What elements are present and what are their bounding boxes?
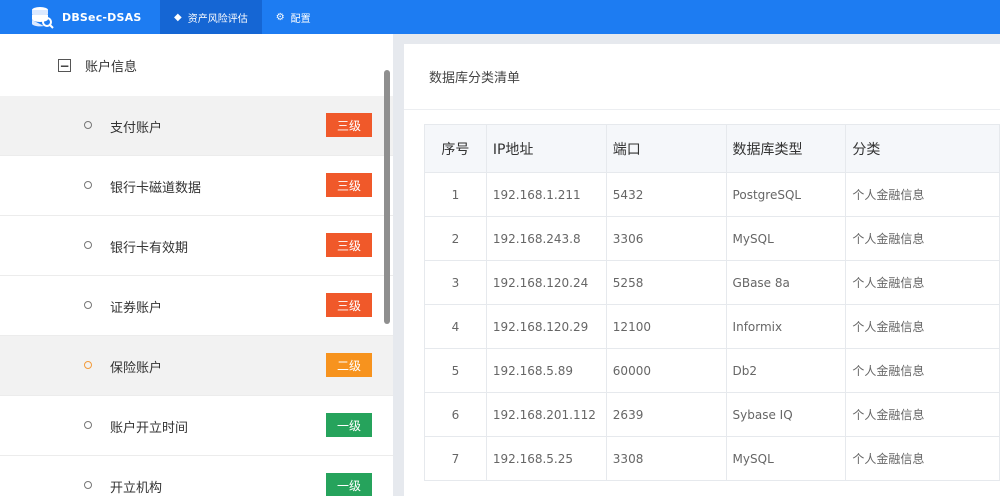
bullet-circle-icon [84,301,92,309]
table-cell: 60000 [605,348,727,393]
table-cell: 2639 [605,392,727,437]
table-body: 1 192.168.1.211 5432 PostgreSQL 个人金融信息 2 192.1… [424,172,1000,481]
table-cell: 12100 [605,304,727,349]
column-header[interactable]: 数据库类型 [725,124,847,173]
table-row[interactable]: 3 192.168.120.24 5258 GBase 8a 个人金融信息 [424,260,1000,305]
table-cell: 192.168.5.25 [485,436,607,481]
table-row[interactable]: 7 192.168.5.25 3308 MySQL 个人金融信息 [424,436,1000,481]
table-cell: 7 [424,436,487,481]
table-cell: 192.168.201.112 [485,392,607,437]
table-cell: MySQL [725,436,847,481]
tree-item-label: 银行卡磁道数据 [110,181,202,196]
bullet-circle-icon [84,421,92,429]
level-badge: 二级 [326,353,372,377]
table-cell: 个人金融信息 [845,304,1000,349]
tree-root-label: 账户信息 [85,60,138,75]
table-cell: 个人金融信息 [845,172,1000,217]
main-panel: 数据库分类清单 序号 IP地址 端口 数据库类型 分类 1 192.168.1.211 54… [404,44,1000,496]
table-cell: 个人金融信息 [845,260,1000,305]
table-cell: 2 [424,216,487,261]
sidebar-scrollbar[interactable] [384,70,390,324]
risk-assessment-icon: ◆ [174,11,182,23]
nav-tab-config[interactable]: ⚙ 配置 [262,0,325,34]
table-row[interactable]: 5 192.168.5.89 60000 Db2 个人金融信息 [424,348,1000,393]
bullet-circle-icon [84,121,92,129]
bullet-circle-icon [84,181,92,189]
level-badge: 一级 [326,413,372,437]
table-cell: 3308 [605,436,727,481]
sidebar-tree: − 账户信息 支付账户 三级 银行卡磁道数据 三级 银行卡有效期 三级 证券账户 三级 保险账户… [0,34,393,496]
tree-item-label: 支付账户 [110,121,163,136]
bullet-circle-icon [84,361,92,369]
brand[interactable]: DBSec-DSAS [0,0,160,34]
panel-title: 数据库分类清单 [404,44,1000,110]
table-cell: 1 [424,172,487,217]
tree-children: 支付账户 三级 银行卡磁道数据 三级 银行卡有效期 三级 证券账户 三级 保险账户 二级 账户开立时… [0,96,393,496]
table-cell: 192.168.1.211 [485,172,607,217]
table-row[interactable]: 6 192.168.201.112 2639 Sybase IQ 个人金融信息 [424,392,1000,437]
table-cell: 个人金融信息 [845,436,1000,481]
table-cell: 5 [424,348,487,393]
level-badge: 三级 [326,293,372,317]
nav-tab-label: 配置 [290,13,311,25]
table-cell: Informix [725,304,847,349]
level-badge: 三级 [326,173,372,197]
table-header-row: 序号 IP地址 端口 数据库类型 分类 [424,124,1000,173]
table-cell: 192.168.243.8 [485,216,607,261]
table-cell: Sybase IQ [725,392,847,437]
column-header[interactable]: 端口 [605,124,727,173]
table-cell: GBase 8a [725,260,847,305]
tree-item[interactable]: 保险账户 二级 [0,336,393,396]
table-cell: 192.168.120.24 [485,260,607,305]
table-cell: Db2 [725,348,847,393]
database-logo-icon [30,5,54,29]
column-header[interactable]: 分类 [845,124,1000,173]
table-row[interactable]: 4 192.168.120.29 12100 Informix 个人金融信息 [424,304,1000,349]
table-cell: 个人金融信息 [845,216,1000,261]
column-header[interactable]: 序号 [424,124,487,173]
bullet-circle-icon [84,241,92,249]
tree-item[interactable]: 银行卡有效期 三级 [0,216,393,276]
tree-root-account-info[interactable]: − 账户信息 [58,56,137,75]
table-cell: 5258 [605,260,727,305]
table-cell: 192.168.120.29 [485,304,607,349]
table-cell: 5432 [605,172,727,217]
table-cell: PostgreSQL [725,172,847,217]
table-cell: 192.168.5.89 [485,348,607,393]
collapse-icon[interactable]: − [58,59,71,72]
tree-item-label: 保险账户 [110,361,163,376]
column-header[interactable]: IP地址 [485,124,607,173]
level-badge: 三级 [326,233,372,257]
table-cell: 个人金融信息 [845,348,1000,393]
nav-tab-asset-risk[interactable]: ◆ 资产风险评估 [160,0,262,34]
tree-item[interactable]: 开立机构 一级 [0,456,393,496]
nav-tab-label: 资产风险评估 [187,13,248,25]
tree-item-label: 开立机构 [110,481,163,496]
tree-item[interactable]: 银行卡磁道数据 三级 [0,156,393,216]
tree-item-label: 账户开立时间 [110,421,189,436]
bullet-circle-icon [84,481,92,489]
table-cell: 个人金融信息 [845,392,1000,437]
app-title: DBSec-DSAS [62,10,142,24]
tree-item-label: 银行卡有效期 [110,241,189,256]
table-cell: MySQL [725,216,847,261]
table-cell: 4 [424,304,487,349]
level-badge: 三级 [326,113,372,137]
table-row[interactable]: 1 192.168.1.211 5432 PostgreSQL 个人金融信息 [424,172,1000,217]
top-navigation-bar: DBSec-DSAS ◆ 资产风险评估 ⚙ 配置 [0,0,1000,34]
level-badge: 一级 [326,473,372,496]
table-cell: 3306 [605,216,727,261]
tree-item[interactable]: 账户开立时间 一级 [0,396,393,456]
table-row[interactable]: 2 192.168.243.8 3306 MySQL 个人金融信息 [424,216,1000,261]
gear-icon: ⚙ [275,11,285,23]
table-cell: 6 [424,392,487,437]
tree-item-label: 证券账户 [110,301,163,316]
database-classification-table: 序号 IP地址 端口 数据库类型 分类 1 192.168.1.211 5432 Postgr… [424,124,1000,481]
tree-item[interactable]: 证券账户 三级 [0,276,393,336]
tree-item[interactable]: 支付账户 三级 [0,96,393,156]
table-cell: 3 [424,260,487,305]
